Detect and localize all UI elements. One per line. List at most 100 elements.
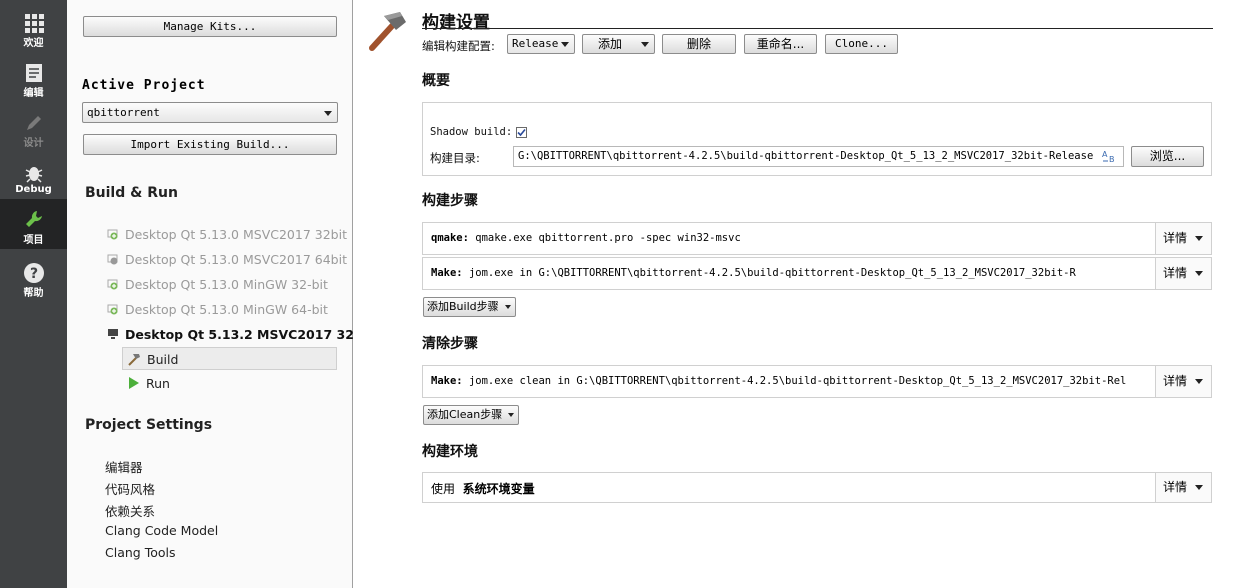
wrench-icon: [25, 211, 42, 227]
kit-item[interactable]: Desktop Qt 5.13.0 MSVC2017 32bit: [107, 226, 347, 244]
details-label: 详情: [1163, 266, 1188, 280]
kit-settings-icon: [107, 252, 119, 265]
add-clean-step-button[interactable]: 添加Clean步骤: [423, 405, 520, 425]
checkmark-icon: [517, 128, 526, 137]
build-env-use: 使用: [431, 482, 456, 496]
hammer-icon: [369, 12, 406, 51]
add-build-step-button[interactable]: 添加Build步骤: [423, 297, 516, 317]
chevron-down-icon: [324, 111, 332, 116]
mode-label: 设计: [23, 138, 44, 149]
project-settings-heading: Project Settings: [85, 417, 213, 433]
kit-item-active[interactable]: Desktop Qt 5.13.2 MSVC2017 32...: [107, 326, 368, 344]
build-steps-heading: 构建步骤: [422, 193, 478, 209]
edit-config-label: 编辑构建配置:: [422, 39, 495, 53]
settings-item-dependencies[interactable]: 依赖关系: [105, 501, 155, 520]
help-icon: ?: [23, 263, 44, 283]
kit-add-icon: [107, 277, 119, 290]
title-divider: [422, 28, 1213, 29]
build-step-row: Make: jom.exe in G:\QBITTORRENT\qbittorr…: [422, 257, 1212, 290]
play-icon: [129, 377, 139, 389]
svg-text:?: ?: [29, 266, 37, 282]
settings-item-clang-code-model[interactable]: Clang Code Model: [105, 523, 218, 538]
details-label: 详情: [1163, 480, 1188, 494]
clean-step-tool: Make:: [431, 375, 463, 387]
mode-label: Debug: [15, 184, 52, 195]
details-button[interactable]: 详情: [1155, 366, 1211, 397]
kit-item[interactable]: Desktop Qt 5.13.0 MinGW 64-bit: [107, 301, 328, 319]
add-build-step-label: 添加Build步骤: [427, 300, 499, 313]
mode-label: 项目: [23, 235, 44, 246]
kit-item[interactable]: Desktop Qt 5.13.0 MSVC2017 64bit: [107, 251, 347, 269]
chevron-down-icon: [1195, 379, 1203, 384]
mode-debug[interactable]: Debug: [0, 156, 67, 202]
chevron-down-icon: [1195, 236, 1203, 241]
chevron-down-icon: [504, 305, 511, 309]
kit-label: Desktop Qt 5.13.0 MSVC2017 32bit: [125, 227, 347, 242]
build-step-summary: qmake: qmake.exe qbittorrent.pro -spec w…: [431, 232, 741, 244]
mode-projects[interactable]: 项目: [0, 199, 67, 249]
settings-item-clang-tools[interactable]: Clang Tools: [105, 545, 175, 560]
overview-heading: 概要: [422, 73, 450, 89]
kit-label: Desktop Qt 5.13.0 MSVC2017 64bit: [125, 252, 347, 267]
chevron-down-icon: [1195, 271, 1203, 276]
clone-config-button[interactable]: Clone...: [825, 34, 898, 54]
build-env-value: 系统环境变量: [462, 482, 535, 496]
kit-label: Desktop Qt 5.13.0 MinGW 64-bit: [125, 302, 328, 317]
build-step-command: qmake.exe qbittorrent.pro -spec win32-ms…: [475, 232, 741, 244]
build-run-heading: Build & Run: [85, 185, 178, 201]
kit-add-icon: [107, 227, 119, 240]
build-env-row: 使用 系统环境变量 详情: [422, 472, 1212, 503]
clean-step-command: jom.exe clean in G:\QBITTORRENT\qbittorr…: [468, 375, 1127, 387]
kit-label: Desktop Qt 5.13.0 MinGW 32-bit: [125, 277, 328, 292]
run-item[interactable]: Run: [122, 372, 337, 395]
variable-chooser-icon[interactable]: A B: [1101, 149, 1119, 164]
mode-edit[interactable]: 编辑: [0, 56, 67, 102]
page-title: 构建设置: [422, 13, 490, 33]
kit-item[interactable]: Desktop Qt 5.13.0 MinGW 32-bit: [107, 276, 328, 294]
build-step-summary: Make: jom.exe in G:\QBITTORRENT\qbittorr…: [431, 267, 1076, 279]
kit-add-icon: [107, 302, 119, 315]
svg-text:A: A: [1102, 150, 1108, 159]
add-clean-step-label: 添加Clean步骤: [427, 408, 503, 421]
build-dir-label: 构建目录:: [430, 151, 480, 165]
mode-help[interactable]: ? 帮助: [0, 256, 67, 302]
kit-label: Desktop Qt 5.13.2 MSVC2017 32...: [125, 327, 369, 342]
browse-button[interactable]: 浏览...: [1131, 146, 1204, 167]
mode-label: 帮助: [23, 288, 44, 299]
build-config-value: Release: [512, 37, 559, 50]
chevron-down-icon: [508, 413, 515, 417]
chevron-down-icon: [641, 42, 649, 47]
mode-design[interactable]: 设计: [0, 106, 67, 152]
build-dir-input[interactable]: G:\QBITTORRENT\qbittorrent-4.2.5\build-q…: [513, 146, 1124, 167]
mode-welcome[interactable]: 欢迎: [0, 6, 67, 52]
build-step-tool: Make:: [431, 267, 463, 279]
details-label: 详情: [1163, 374, 1188, 388]
build-dir-value: G:\QBITTORRENT\qbittorrent-4.2.5\build-q…: [518, 150, 1094, 162]
build-config-select[interactable]: Release: [507, 34, 575, 54]
rename-config-button[interactable]: 重命名...: [744, 34, 817, 54]
add-config-button[interactable]: 添加: [582, 34, 655, 54]
build-env-heading: 构建环境: [422, 444, 478, 460]
build-step-command: jom.exe in G:\QBITTORRENT\qbittorrent-4.…: [468, 267, 1076, 279]
clean-steps-heading: 清除步骤: [422, 336, 478, 352]
build-item[interactable]: Build: [122, 347, 337, 370]
svg-text:B: B: [1109, 155, 1115, 164]
mode-label: 编辑: [23, 88, 44, 99]
settings-item-editor[interactable]: 编辑器: [105, 457, 143, 476]
details-button[interactable]: 详情: [1155, 223, 1211, 254]
manage-kits-button[interactable]: Manage Kits...: [83, 16, 337, 37]
settings-item-code-style[interactable]: 代码风格: [105, 479, 155, 498]
delete-config-button[interactable]: 删除: [662, 34, 736, 54]
import-existing-build-button[interactable]: Import Existing Build...: [83, 134, 337, 155]
details-button[interactable]: 详情: [1155, 258, 1211, 289]
active-project-heading: Active Project: [82, 78, 206, 93]
chevron-down-icon: [1195, 485, 1203, 490]
shadow-build-checkbox[interactable]: [516, 127, 527, 138]
details-label: 详情: [1163, 231, 1188, 245]
build-step-row: qmake: qmake.exe qbittorrent.pro -spec w…: [422, 222, 1212, 255]
clean-step-row: Make: jom.exe clean in G:\QBITTORRENT\qb…: [422, 365, 1212, 398]
details-button[interactable]: 详情: [1155, 473, 1211, 502]
project-select[interactable]: qbittorrent: [82, 102, 338, 123]
hammer-icon: [128, 354, 140, 366]
run-item-label: Run: [146, 376, 170, 391]
